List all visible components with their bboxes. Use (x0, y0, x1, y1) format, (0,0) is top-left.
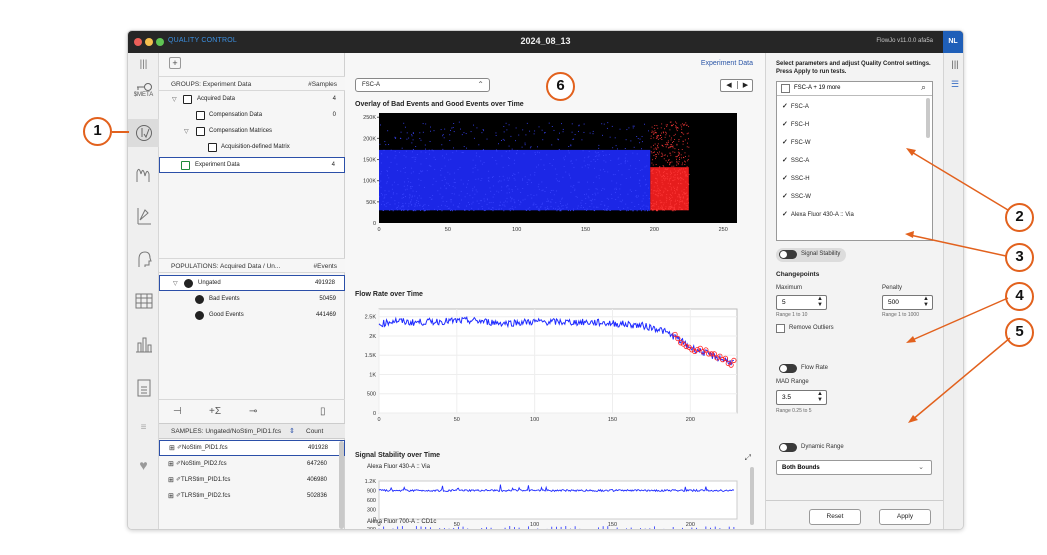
callout-arrow (909, 297, 1009, 342)
callout-arrowhead (906, 148, 916, 156)
callout-arrow (909, 150, 1009, 211)
callout-arrow (909, 234, 1007, 257)
callout-arrow (911, 337, 1011, 421)
callout-arrowhead (906, 336, 916, 343)
callout-arrows (112, 131, 1011, 423)
callout-arrowhead (905, 231, 914, 238)
